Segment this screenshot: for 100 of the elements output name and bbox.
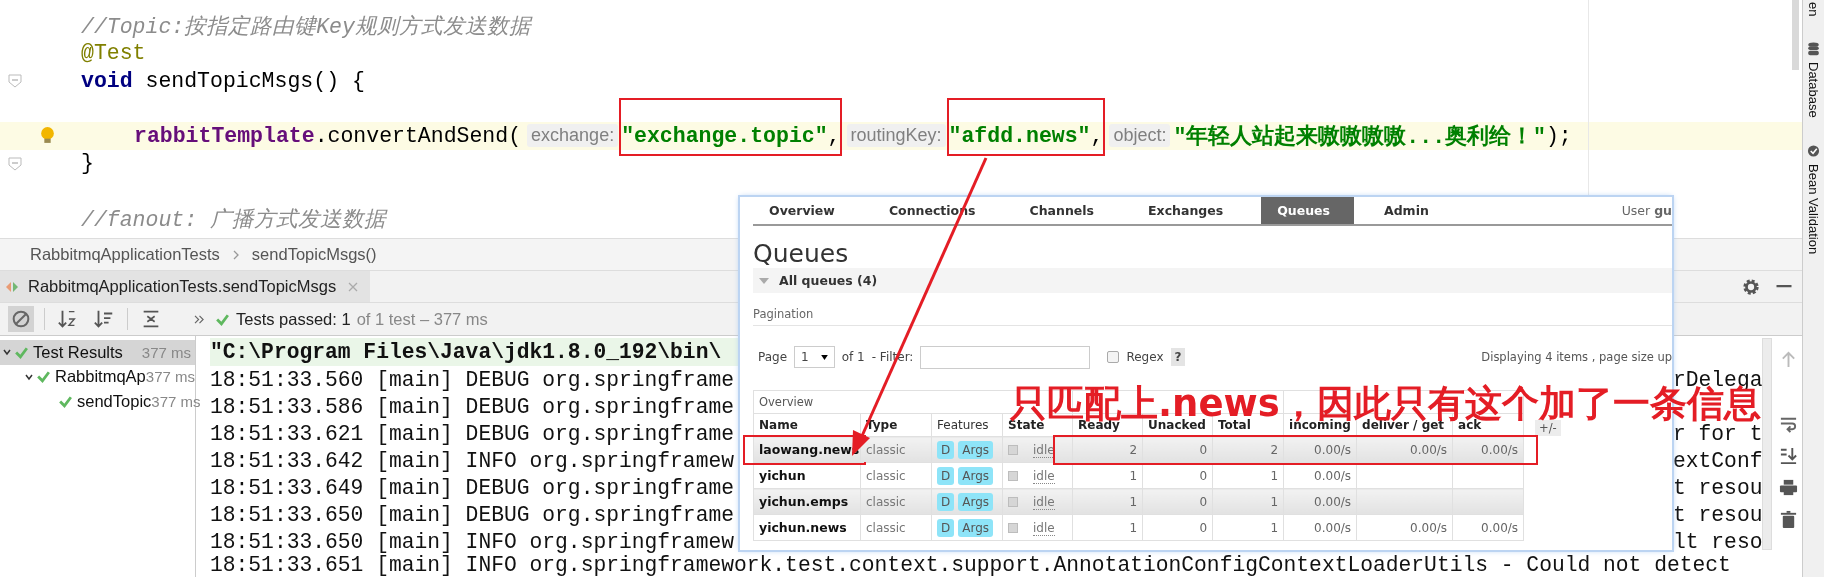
console-line: 18:51:33.649 [main] DEBUG org.springframe — [210, 477, 734, 498]
console-line: extConf — [1673, 450, 1763, 471]
table-cell: 2 — [1129, 442, 1138, 457]
nav-tab[interactable]: Queues — [1261, 197, 1354, 224]
console-line: 18:51:33.586 [main] DEBUG org.springframe — [210, 396, 734, 417]
feature-tag: D — [937, 440, 955, 459]
columns-toggle[interactable]: +/- — [1535, 420, 1561, 436]
table-cell: 1 — [1129, 520, 1138, 535]
status-text: Tests passed: 1 — [236, 309, 351, 329]
lightbulb-icon[interactable] — [40, 126, 55, 145]
column-header: Features — [937, 418, 989, 432]
page-heading: Queues — [753, 239, 850, 268]
trash-icon[interactable] — [1778, 510, 1798, 529]
nav-tab[interactable]: Admin — [1368, 197, 1453, 224]
column-header: Total — [1218, 418, 1251, 432]
collapse-triangle-icon — [759, 277, 769, 284]
table-cell: 0 — [1199, 468, 1208, 483]
code-keyword: void — [81, 68, 133, 93]
state-indicator — [1008, 523, 1018, 533]
user-label: User gu — [1621, 203, 1672, 218]
section-title: All queues (4) — [779, 273, 878, 288]
feature-tag: Args — [958, 492, 994, 511]
feature-tag: D — [937, 518, 955, 537]
table-cell: 0 — [1199, 494, 1208, 509]
breadcrumb-link[interactable]: sendTopicMsgs() — [251, 245, 377, 264]
help-button[interactable]: ? — [1170, 348, 1186, 366]
settings-icon[interactable] — [1742, 277, 1760, 296]
print-icon[interactable] — [1778, 478, 1798, 497]
feature-tag: Args — [958, 466, 994, 485]
tool-window-button[interactable]: Database — [1803, 42, 1824, 119]
regex-checkbox[interactable] — [1107, 351, 1120, 363]
table-cell: 0.00/s — [1481, 520, 1519, 535]
section-header[interactable]: All queues (4) — [753, 268, 1672, 293]
page-count: of 1 — [841, 350, 865, 364]
state-indicator — [1008, 445, 1018, 455]
more-icon[interactable] — [194, 314, 205, 324]
breadcrumb-link[interactable]: RabbitmqApplicationTests — [30, 245, 220, 264]
run-tab[interactable]: RabbitmqApplicationTests.sendTopicMsgs — [0, 271, 371, 302]
code-brace: } — [81, 151, 94, 176]
nav-tab[interactable]: Overview — [753, 197, 859, 224]
state-text: idle — [1033, 520, 1055, 536]
tool-window-button[interactable]: Bean Validation — [1803, 144, 1824, 255]
regex-label: Regex — [1126, 350, 1164, 364]
duration-text: 377 ms — [151, 392, 201, 410]
bean-icon — [1807, 144, 1820, 159]
paging-info: Displaying 4 items , page size up — [1481, 350, 1672, 364]
table-cell: classic — [866, 494, 906, 509]
nav-tab[interactable]: Exchanges — [1132, 197, 1248, 224]
table-cell: 1 — [1270, 494, 1279, 509]
code-field: rabbitTemplate — [134, 123, 315, 148]
code-annotation: @Test — [81, 41, 146, 66]
state-indicator — [1008, 497, 1018, 507]
page-select[interactable]: 1 — [794, 346, 835, 368]
console-line: t resou — [1673, 504, 1763, 525]
scroll-to-end-icon[interactable] — [1778, 446, 1798, 465]
stop-icon[interactable] — [8, 306, 34, 332]
scrollbar[interactable] — [1762, 338, 1772, 550]
code-text: , — [1090, 123, 1104, 148]
code-string: "exchange.topic" — [621, 123, 828, 148]
console-line: lt reso — [1673, 531, 1763, 552]
nav-tab[interactable]: Channels — [1013, 197, 1119, 224]
state-text: idle — [1033, 494, 1055, 510]
code-string: "afdd.news" — [948, 123, 1091, 148]
console-line: 18:51:33.650 [main] INFO org.springframew — [210, 531, 734, 552]
table-cell: 0.00/s — [1314, 442, 1352, 457]
tree-item[interactable]: Test Results 377 ms — [0, 340, 195, 365]
feature-tag: D — [937, 466, 955, 485]
table-cell: 0 — [1199, 520, 1208, 535]
scrollbar-thumb[interactable] — [1792, 0, 1799, 70]
feature-tag: Args — [958, 518, 994, 537]
console-line: r for t — [1673, 423, 1763, 444]
feature-tag: Args — [958, 440, 994, 459]
feature-tag: D — [937, 492, 955, 511]
table-cell: 1 — [1270, 520, 1279, 535]
minimize-icon[interactable] — [1776, 285, 1792, 288]
code-comment: //Topic:按指定路由键Key规则方式发送数据 — [81, 14, 531, 41]
table-cell: 0.00/s — [1481, 442, 1519, 457]
console-line: t resou — [1673, 477, 1763, 498]
status-detail: of 1 test – 377 ms — [356, 309, 488, 329]
tree-item[interactable]: RabbitmqAp377 ms — [0, 364, 195, 389]
table-cell: 1 — [1129, 494, 1138, 509]
table-cell: classic — [866, 442, 906, 457]
table-cell: 0.00/s — [1314, 468, 1352, 483]
console-line: 18:51:33.560 [main] DEBUG org.springframe — [210, 369, 734, 390]
check-icon — [36, 369, 51, 385]
console-line: 18:51:33.651 [main] INFO org.springframework.test.context.support.AnnotationConfigContextLoaderUtils - Could not detect — [210, 555, 1732, 577]
filter-field[interactable] — [920, 345, 1091, 369]
chevron-icon[interactable] — [2, 347, 12, 358]
table-cell: 2 — [1270, 442, 1279, 457]
console-line: 18:51:33.642 [main] INFO org.springframew — [210, 450, 734, 471]
console-line: 18:51:33.650 [main] DEBUG org.springframe — [210, 504, 734, 525]
parameter-hint: object: — [1109, 124, 1171, 148]
state-text: idle — [1033, 442, 1055, 458]
tool-window-button[interactable]: en — [1803, 2, 1824, 17]
code-comment: //fanout: 广播方式发送数据 — [81, 206, 387, 233]
table-cell: 0.00/s — [1410, 520, 1448, 535]
code-text: .convertAndSend( — [314, 123, 522, 148]
console-line: 18:51:33.621 [main] DEBUG org.springframe — [210, 423, 734, 444]
duration-text: 377 ms — [145, 368, 195, 386]
table-cell: 0.00/s — [1410, 442, 1448, 457]
